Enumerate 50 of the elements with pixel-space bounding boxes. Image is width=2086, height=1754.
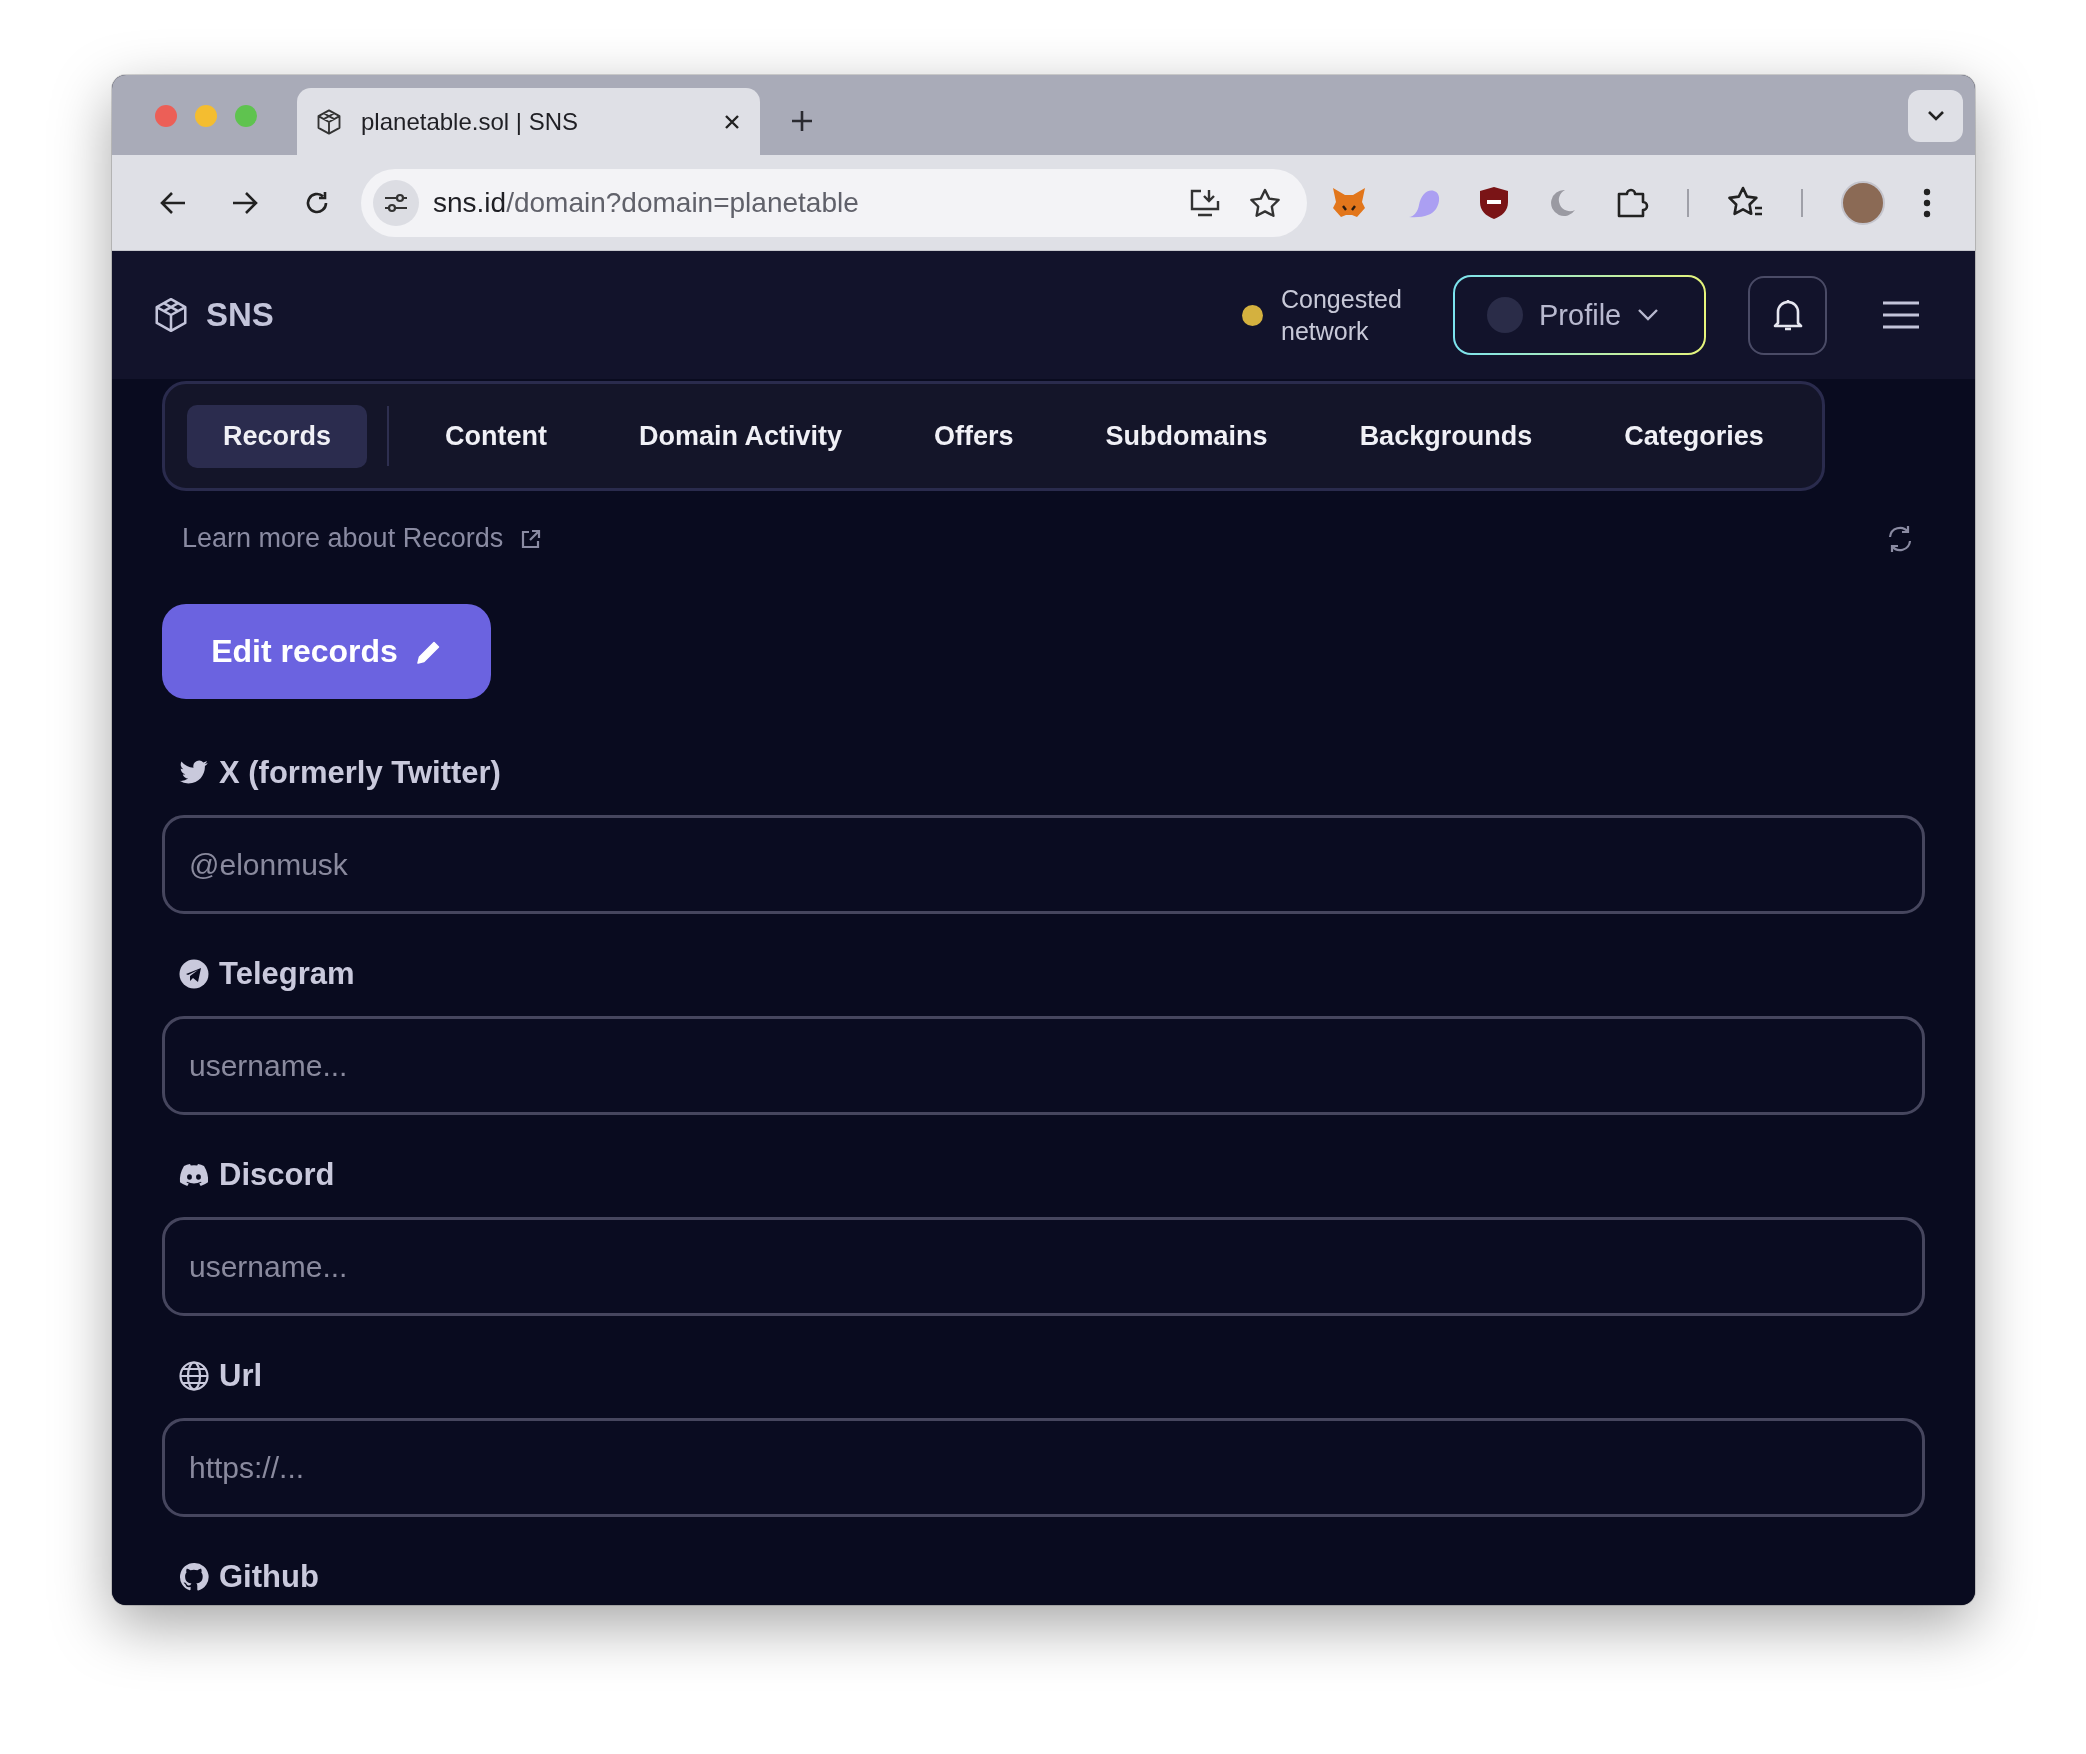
chevron-down-icon <box>1926 110 1945 122</box>
notifications-button[interactable] <box>1748 275 1827 355</box>
tab[interactable]: Records <box>187 404 368 468</box>
avatar-icon[interactable] <box>1841 180 1885 225</box>
field-label: Discord <box>219 1157 335 1193</box>
globe-icon <box>179 1361 209 1391</box>
bird-icon <box>179 760 209 786</box>
external-link-icon[interactable] <box>521 528 542 549</box>
discord-icon <box>179 1163 209 1187</box>
tab[interactable]: Content <box>409 404 584 468</box>
tab[interactable]: Domain Activity <box>603 404 879 468</box>
network-status: Congested network <box>1281 284 1403 347</box>
browser-tab[interactable]: planetable.sol | SNS <box>297 88 760 155</box>
field-label: Url <box>219 1358 263 1394</box>
input-field[interactable]: username... <box>162 1016 1925 1115</box>
new-tab-icon[interactable] <box>790 109 814 133</box>
input-field[interactable]: @elonmusk <box>162 815 1925 914</box>
tab[interactable]: Offers <box>898 404 1050 468</box>
logo-icon <box>152 295 190 335</box>
site-settings-icon[interactable] <box>373 179 419 226</box>
reload-icon[interactable] <box>304 189 330 216</box>
field-label: Github <box>219 1559 319 1595</box>
input-field[interactable]: https://... <box>162 1418 1925 1517</box>
field-label: X (formerly Twitter) <box>219 755 501 791</box>
url-text: sns.id/domain?domain=planetable <box>433 186 860 219</box>
back-icon[interactable] <box>159 189 187 216</box>
avatar-icon <box>1487 297 1523 333</box>
fox-icon[interactable] <box>1331 185 1367 220</box>
menu-icon[interactable] <box>1882 300 1920 330</box>
tab[interactable]: Subdomains <box>1069 404 1304 468</box>
tab[interactable]: Categories <box>1588 404 1800 468</box>
edit-records-button[interactable]: Edit records <box>162 604 491 699</box>
bell-icon <box>1772 298 1803 332</box>
shield-icon[interactable] <box>1479 185 1509 220</box>
field-label: Telegram <box>219 956 355 992</box>
tab-title: planetable.sol | SNS <box>361 107 580 136</box>
bookmark-star-icon[interactable] <box>1249 187 1281 218</box>
input-field[interactable]: username... <box>162 1217 1925 1316</box>
install-icon[interactable] <box>1189 187 1221 218</box>
address-bar[interactable]: sns.id/domain?domain=planetable <box>361 168 1307 237</box>
forward-icon[interactable] <box>231 189 259 216</box>
tab[interactable]: Backgrounds <box>1323 404 1569 468</box>
cube-icon <box>315 107 343 136</box>
brand-name: SNS <box>206 296 274 334</box>
more-icon[interactable] <box>1923 187 1931 218</box>
chevron-down-icon <box>1637 308 1660 322</box>
paper-plane-icon <box>179 959 209 989</box>
profile-button[interactable]: Profile <box>1453 275 1706 355</box>
github-icon <box>179 1562 209 1592</box>
learn-more-link[interactable]: Learn more about Records <box>182 523 504 554</box>
